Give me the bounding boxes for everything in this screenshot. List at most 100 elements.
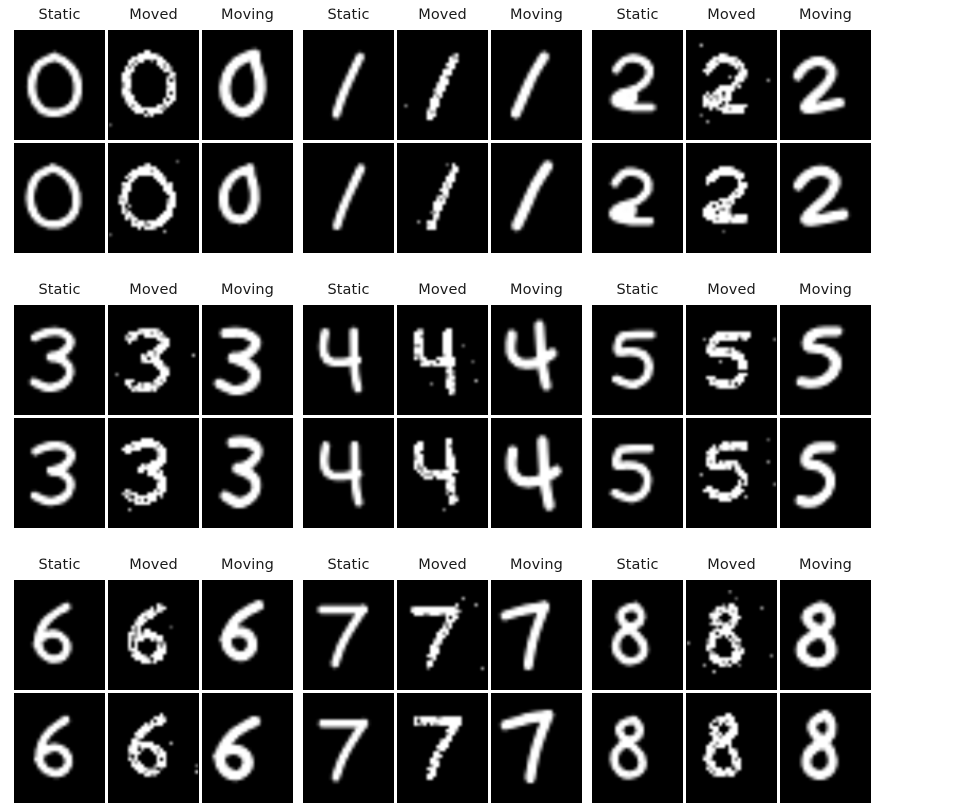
digit-image-1-static-1 [303, 143, 394, 253]
column-label-static: Static [327, 557, 370, 573]
digit-image-2-moved-1 [686, 143, 777, 253]
digit-image-3-static-1 [14, 418, 105, 528]
column-label-row: Static Moved Moving [14, 275, 293, 305]
image-row [303, 693, 582, 803]
digit-canvas [592, 418, 683, 528]
digit-image-8-moving-1 [780, 693, 871, 803]
digit-block-2: Static Moved Moving [592, 0, 871, 253]
digit-canvas [108, 693, 199, 803]
column-label-moving: Moving [510, 557, 563, 573]
digit-image-7-moving-0 [491, 580, 582, 690]
digit-canvas [491, 305, 582, 415]
digit-image-6-moving-1 [202, 693, 293, 803]
column-label-row: Static Moved Moving [303, 0, 582, 30]
digit-canvas [202, 143, 293, 253]
digit-comparison-figure: Static Moved Moving Static Moved Moving Static… [0, 0, 967, 803]
image-row [14, 418, 293, 528]
digit-canvas [202, 418, 293, 528]
digit-image-7-moved-0 [397, 580, 488, 690]
digit-image-7-moved-1 [397, 693, 488, 803]
digit-image-3-moved-1 [108, 418, 199, 528]
column-label-moved: Moved [418, 7, 467, 23]
column-label-static: Static [327, 7, 370, 23]
column-label-moved: Moved [707, 282, 756, 298]
digit-image-5-moving-1 [780, 418, 871, 528]
digit-block-6: Static Moved Moving [14, 550, 293, 803]
digit-canvas [202, 30, 293, 140]
column-label-row: Static Moved Moving [592, 550, 871, 580]
digit-canvas [397, 30, 488, 140]
digit-canvas [108, 143, 199, 253]
digit-image-4-moved-1 [397, 418, 488, 528]
digit-image-8-static-0 [592, 580, 683, 690]
digit-canvas [491, 30, 582, 140]
digit-image-1-static-0 [303, 30, 394, 140]
column-label-moved: Moved [707, 557, 756, 573]
digit-image-1-moving-0 [491, 30, 582, 140]
column-label-moved: Moved [129, 557, 178, 573]
digit-canvas [491, 693, 582, 803]
digit-image-5-moved-1 [686, 418, 777, 528]
digit-canvas [202, 305, 293, 415]
digit-image-3-moving-0 [202, 305, 293, 415]
digit-image-2-moved-0 [686, 30, 777, 140]
digit-canvas [491, 418, 582, 528]
digit-image-4-static-1 [303, 418, 394, 528]
column-label-static: Static [616, 282, 659, 298]
digit-canvas [592, 30, 683, 140]
digit-image-6-moving-0 [202, 580, 293, 690]
digit-canvas [592, 580, 683, 690]
digit-canvas [303, 305, 394, 415]
digit-canvas [108, 30, 199, 140]
digit-image-3-moved-0 [108, 305, 199, 415]
digit-image-2-static-1 [592, 143, 683, 253]
digit-image-0-moved-0 [108, 30, 199, 140]
image-row [303, 418, 582, 528]
image-row [14, 143, 293, 253]
column-label-static: Static [38, 7, 81, 23]
column-label-row: Static Moved Moving [14, 550, 293, 580]
digit-image-1-moved-0 [397, 30, 488, 140]
digit-canvas [202, 580, 293, 690]
digit-canvas [14, 580, 105, 690]
image-row [303, 580, 582, 690]
column-label-row: Static Moved Moving [303, 275, 582, 305]
digit-canvas [303, 418, 394, 528]
digit-block-7: Static Moved Moving [303, 550, 582, 803]
digit-image-2-moving-0 [780, 30, 871, 140]
digit-canvas [686, 143, 777, 253]
digit-image-4-static-0 [303, 305, 394, 415]
column-label-row: Static Moved Moving [14, 0, 293, 30]
digit-canvas [14, 143, 105, 253]
digit-canvas [397, 693, 488, 803]
digit-image-0-moved-1 [108, 143, 199, 253]
image-row [303, 30, 582, 140]
digit-image-4-moving-1 [491, 418, 582, 528]
image-row [592, 30, 871, 140]
digit-canvas [592, 143, 683, 253]
digit-image-7-static-0 [303, 580, 394, 690]
column-label-moved: Moved [129, 282, 178, 298]
digit-block-1: Static Moved Moving [303, 0, 582, 253]
block-row: Static Moved Moving Static Moved Moving Static… [0, 0, 967, 253]
image-row [592, 418, 871, 528]
digit-block-0: Static Moved Moving [14, 0, 293, 253]
digit-canvas [303, 580, 394, 690]
digit-canvas [397, 418, 488, 528]
digit-block-8: Static Moved Moving [592, 550, 871, 803]
digit-canvas [780, 305, 871, 415]
digit-canvas [491, 580, 582, 690]
digit-canvas [108, 580, 199, 690]
image-row [303, 305, 582, 415]
digit-image-8-static-1 [592, 693, 683, 803]
column-label-moved: Moved [418, 557, 467, 573]
digit-canvas [592, 305, 683, 415]
digit-canvas [303, 143, 394, 253]
digit-canvas [108, 418, 199, 528]
digit-image-1-moved-1 [397, 143, 488, 253]
image-row [14, 580, 293, 690]
digit-canvas [397, 580, 488, 690]
block-row: Static Moved Moving Static Moved Moving Static… [0, 275, 967, 528]
digit-image-0-moving-1 [202, 143, 293, 253]
digit-canvas [397, 305, 488, 415]
